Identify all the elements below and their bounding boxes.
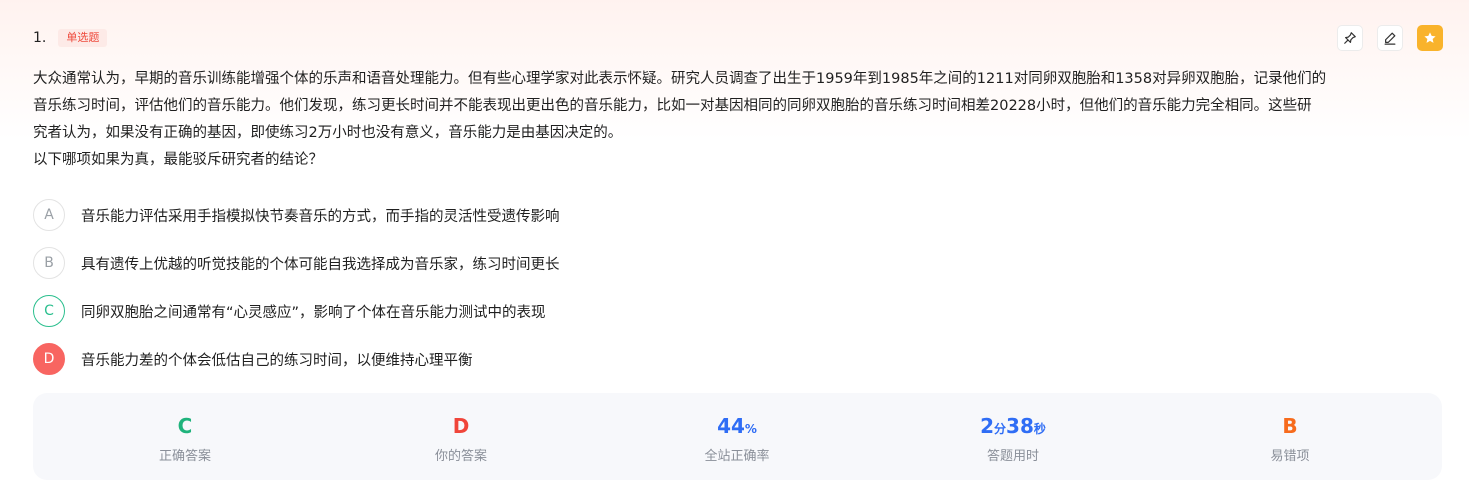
option-d-selected[interactable]: D 音乐能力差的个体会低估自己的练习时间，以便维持心理平衡 bbox=[33, 343, 473, 375]
stem-line: 大众通常认为，早期的音乐训练能增强个体的乐声和语音处理能力。但有些心理学家对此表… bbox=[33, 71, 1327, 87]
option-text: 具有遗传上优越的听觉技能的个体可能自我选择成为音乐家，练习时间更长 bbox=[81, 256, 560, 273]
time-minutes-unit: 分 bbox=[994, 422, 1007, 436]
time-value: 2分38秒 bbox=[913, 413, 1113, 439]
question-card: 1. 单选题 大众通常认为，早期的音乐训练能增强个体的乐声和语音处理能力。但有些… bbox=[0, 0, 1469, 482]
stat-accuracy: 44% 全站正确率 bbox=[637, 413, 837, 464]
accuracy-label: 全站正确率 bbox=[704, 449, 770, 464]
option-letter: C bbox=[33, 295, 65, 327]
pin-icon bbox=[1344, 32, 1356, 44]
favorite-button[interactable] bbox=[1417, 25, 1443, 51]
stem-line: 音乐练习时间，评估他们的音乐能力。他们发现，练习更长时间并不能表现出更出色的音乐… bbox=[33, 98, 1312, 114]
answer-stats-panel: C 正确答案 D 你的答案 44% 全站正确率 2分38秒 答题用时 B 易错项 bbox=[33, 393, 1442, 480]
question-stem: 大众通常认为，早期的音乐训练能增强个体的乐声和语音处理能力。但有些心理学家对此表… bbox=[33, 66, 1443, 174]
stat-correct-answer: C 正确答案 bbox=[85, 413, 285, 464]
option-text: 音乐能力差的个体会低估自己的练习时间，以便维持心理平衡 bbox=[81, 352, 473, 369]
accuracy-value: 44% bbox=[637, 413, 837, 439]
question-type-badge: 单选题 bbox=[58, 29, 108, 47]
time-seconds-unit: 秒 bbox=[1033, 422, 1046, 436]
question-toolbar bbox=[1337, 25, 1443, 51]
accuracy-unit: % bbox=[744, 422, 757, 436]
option-letter: D bbox=[33, 343, 65, 375]
time-minutes: 2 bbox=[980, 414, 995, 438]
question-header: 1. 单选题 bbox=[33, 28, 108, 48]
accuracy-number: 44 bbox=[717, 414, 745, 438]
time-label: 答题用时 bbox=[986, 449, 1039, 464]
time-seconds: 38 bbox=[1006, 414, 1034, 438]
question-number: 1. bbox=[33, 30, 47, 46]
correct-answer-label: 正确答案 bbox=[158, 449, 211, 464]
option-letter: A bbox=[33, 199, 65, 231]
your-answer-value: D bbox=[452, 414, 470, 438]
option-text: 同卵双胞胎之间通常有“心灵感应”，影响了个体在音乐能力测试中的表现 bbox=[81, 304, 546, 321]
edit-icon bbox=[1384, 32, 1396, 45]
common-wrong-label: 易错项 bbox=[1270, 449, 1310, 464]
stat-time-spent: 2分38秒 答题用时 bbox=[913, 413, 1113, 464]
correct-answer-value: C bbox=[177, 414, 193, 438]
edit-note-button[interactable] bbox=[1377, 25, 1403, 51]
option-letter: B bbox=[33, 247, 65, 279]
option-a[interactable]: A 音乐能力评估采用手指模拟快节奏音乐的方式，而手指的灵活性受遗传影响 bbox=[33, 199, 560, 231]
star-icon bbox=[1424, 32, 1436, 43]
your-answer-label: 你的答案 bbox=[434, 449, 487, 464]
pin-button[interactable] bbox=[1337, 25, 1363, 51]
option-c-correct[interactable]: C 同卵双胞胎之间通常有“心灵感应”，影响了个体在音乐能力测试中的表现 bbox=[33, 295, 546, 327]
question-prompt: 以下哪项如果为真，最能驳斥研究者的结论？ bbox=[33, 152, 323, 168]
stat-common-wrong: B 易错项 bbox=[1190, 413, 1390, 464]
option-text: 音乐能力评估采用手指模拟快节奏音乐的方式，而手指的灵活性受遗传影响 bbox=[81, 208, 560, 225]
stat-your-answer: D 你的答案 bbox=[361, 413, 561, 464]
common-wrong-value: B bbox=[1282, 414, 1298, 438]
option-b[interactable]: B 具有遗传上优越的听觉技能的个体可能自我选择成为音乐家，练习时间更长 bbox=[33, 247, 560, 279]
stem-line: 究者认为，如果没有正确的基因，即使练习2万小时也没有意义，音乐能力是由基因决定的… bbox=[33, 125, 623, 141]
